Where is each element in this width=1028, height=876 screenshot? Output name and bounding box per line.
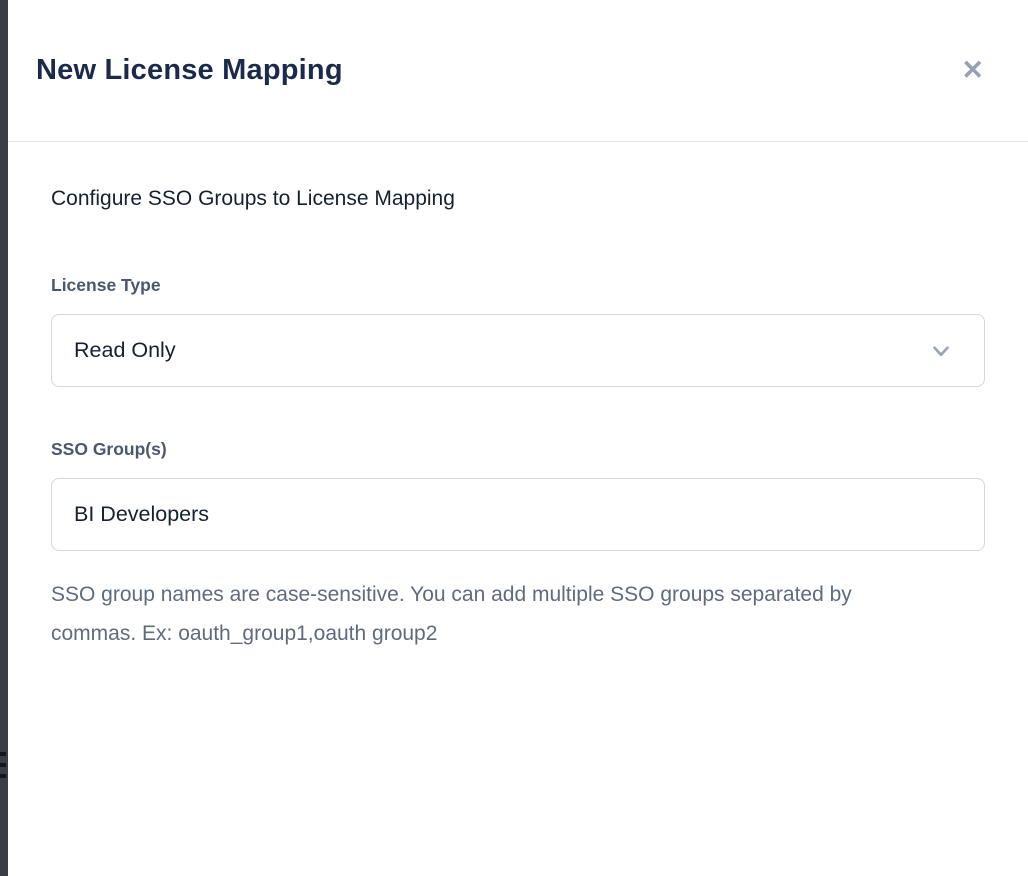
page-backdrop-edge: [0, 0, 8, 876]
license-type-selected-value: Read Only: [74, 338, 176, 363]
modal-title: New License Mapping: [36, 54, 343, 87]
sso-groups-label: SSO Group(s): [51, 439, 985, 460]
license-type-label: License Type: [51, 275, 985, 296]
sso-groups-helper-text: SSO group names are case-sensitive. You …: [51, 575, 881, 653]
chevron-down-icon: [928, 338, 954, 364]
modal-header: New License Mapping ✕: [8, 0, 1028, 142]
modal-description: Configure SSO Groups to License Mapping: [51, 187, 985, 211]
close-button[interactable]: ✕: [957, 53, 988, 88]
sso-groups-input[interactable]: [51, 478, 985, 551]
new-license-mapping-modal: New License Mapping ✕ Configure SSO Grou…: [8, 0, 1028, 876]
close-icon: ✕: [961, 55, 984, 85]
modal-body: Configure SSO Groups to License Mapping …: [8, 142, 1028, 653]
sso-groups-field: SSO Group(s) SSO group names are case-se…: [51, 439, 985, 653]
license-type-select[interactable]: Read Only: [51, 314, 985, 387]
background-list-icon: [0, 752, 8, 785]
license-type-field: License Type Read Only: [51, 275, 985, 387]
